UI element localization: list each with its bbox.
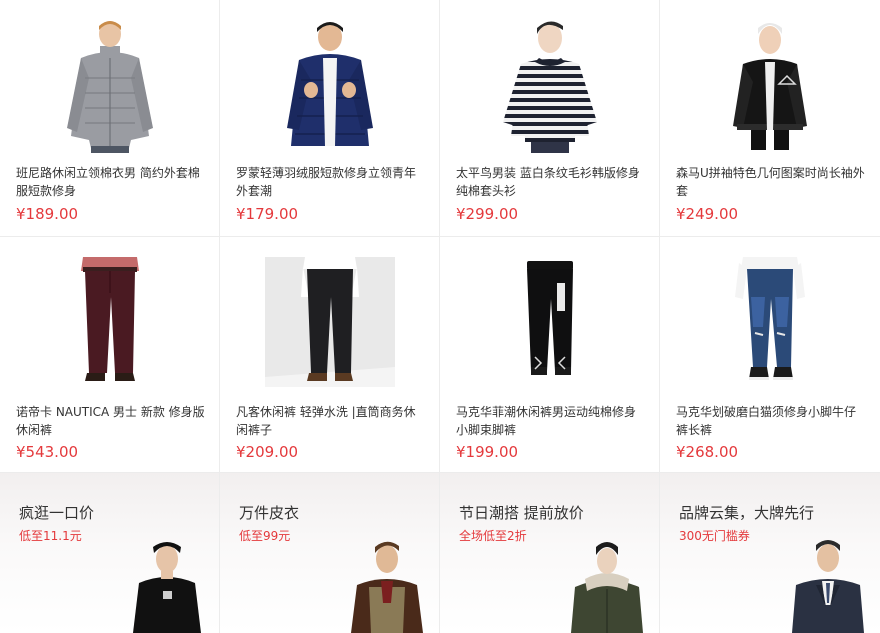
product-grid: 班尼路休闲立领棉衣男 简约外套棉服短款修身 ¥189.00 罗蒙轻薄羽绒服短款修… xyxy=(0,0,880,473)
product-price: ¥249.00 xyxy=(676,205,739,223)
product-card[interactable]: 马克华菲潮休闲裤男运动纯棉修身小脚束脚裤 ¥199.00 xyxy=(440,237,660,473)
product-price: ¥179.00 xyxy=(236,205,299,223)
promo-subtitle[interactable]: 300无门槛券 xyxy=(679,527,750,544)
promo-strip: 疯逛一口价 低至11.1元 万件皮衣 低至99元 节日潮搭 提前放价 全场低至2… xyxy=(0,473,880,633)
promo-subtitle[interactable]: 低至99元 xyxy=(239,527,290,544)
jogger-pants-icon[interactable] xyxy=(485,257,615,387)
product-card[interactable]: 诺帝卡 NAUTICA 男士 新款 修身版休闲裤 ¥543.00 xyxy=(0,237,220,473)
promo-title[interactable]: 节日潮搭 提前放价 xyxy=(459,502,584,523)
model-black-sweatshirt-icon xyxy=(127,533,207,633)
product-card[interactable]: 罗蒙轻薄羽绒服短款修身立领青年外套潮 ¥179.00 xyxy=(220,0,440,237)
product-price: ¥199.00 xyxy=(456,443,519,461)
product-name[interactable]: 森马U拼袖特色几何图案时尚长袖外套 xyxy=(676,164,866,200)
product-card[interactable]: 太平鸟男装 蓝白条纹毛衫韩版修身纯棉套头衫 ¥299.00 xyxy=(440,0,660,237)
product-card[interactable]: 森马U拼袖特色几何图案时尚长袖外套 ¥249.00 xyxy=(660,0,880,237)
product-card[interactable]: 班尼路休闲立领棉衣男 简约外套棉服短款修身 ¥189.00 xyxy=(0,0,220,237)
promo-subtitle[interactable]: 全场低至2折 xyxy=(459,527,527,544)
ripped-jeans-icon[interactable] xyxy=(705,257,835,387)
product-name[interactable]: 马克华菲潮休闲裤男运动纯棉修身小脚束脚裤 xyxy=(456,403,645,439)
promo-card[interactable]: 品牌云集，大牌先行 300无门槛券 xyxy=(660,473,880,633)
product-name[interactable]: 诺帝卡 NAUTICA 男士 新款 修身版休闲裤 xyxy=(16,403,205,439)
model-leather-vest-icon xyxy=(347,533,427,633)
model-suit-icon xyxy=(788,533,868,633)
product-name[interactable]: 班尼路休闲立领棉衣男 简约外套棉服短款修身 xyxy=(16,164,205,200)
product-price: ¥209.00 xyxy=(236,443,299,461)
promo-title[interactable]: 品牌云集，大牌先行 xyxy=(679,502,814,523)
product-price: ¥299.00 xyxy=(456,205,519,223)
gray-puffer-jacket-icon[interactable] xyxy=(45,18,175,153)
product-name[interactable]: 太平鸟男装 蓝白条纹毛衫韩版修身纯棉套头衫 xyxy=(456,164,645,200)
product-name[interactable]: 马克华划破磨白猫须修身小脚牛仔裤长裤 xyxy=(676,403,866,439)
black-bomber-jacket-icon[interactable] xyxy=(705,18,835,153)
promo-card[interactable]: 节日潮搭 提前放价 全场低至2折 xyxy=(440,473,660,633)
promo-subtitle[interactable]: 低至11.1元 xyxy=(19,527,82,544)
navy-down-jacket-icon[interactable] xyxy=(265,18,395,153)
promo-title[interactable]: 万件皮衣 xyxy=(239,502,299,523)
product-name[interactable]: 罗蒙轻薄羽绒服短款修身立领青年外套潮 xyxy=(236,164,425,200)
product-card[interactable]: 马克华划破磨白猫须修身小脚牛仔裤长裤 ¥268.00 xyxy=(660,237,880,473)
product-card[interactable]: 凡客休闲裤 轻弹水洗 |直筒商务休闲裤子 ¥209.00 xyxy=(220,237,440,473)
model-parka-icon xyxy=(567,533,647,633)
black-trousers-icon[interactable] xyxy=(264,257,395,387)
product-name[interactable]: 凡客休闲裤 轻弹水洗 |直筒商务休闲裤子 xyxy=(236,403,425,439)
product-price: ¥189.00 xyxy=(16,205,79,223)
product-price: ¥268.00 xyxy=(676,443,739,461)
promo-card[interactable]: 万件皮衣 低至99元 xyxy=(220,473,440,633)
burgundy-trousers-icon[interactable] xyxy=(45,257,175,387)
striped-sweater-icon[interactable] xyxy=(485,18,615,153)
promo-card[interactable]: 疯逛一口价 低至11.1元 xyxy=(0,473,220,633)
product-price: ¥543.00 xyxy=(16,443,79,461)
promo-title[interactable]: 疯逛一口价 xyxy=(19,502,94,523)
